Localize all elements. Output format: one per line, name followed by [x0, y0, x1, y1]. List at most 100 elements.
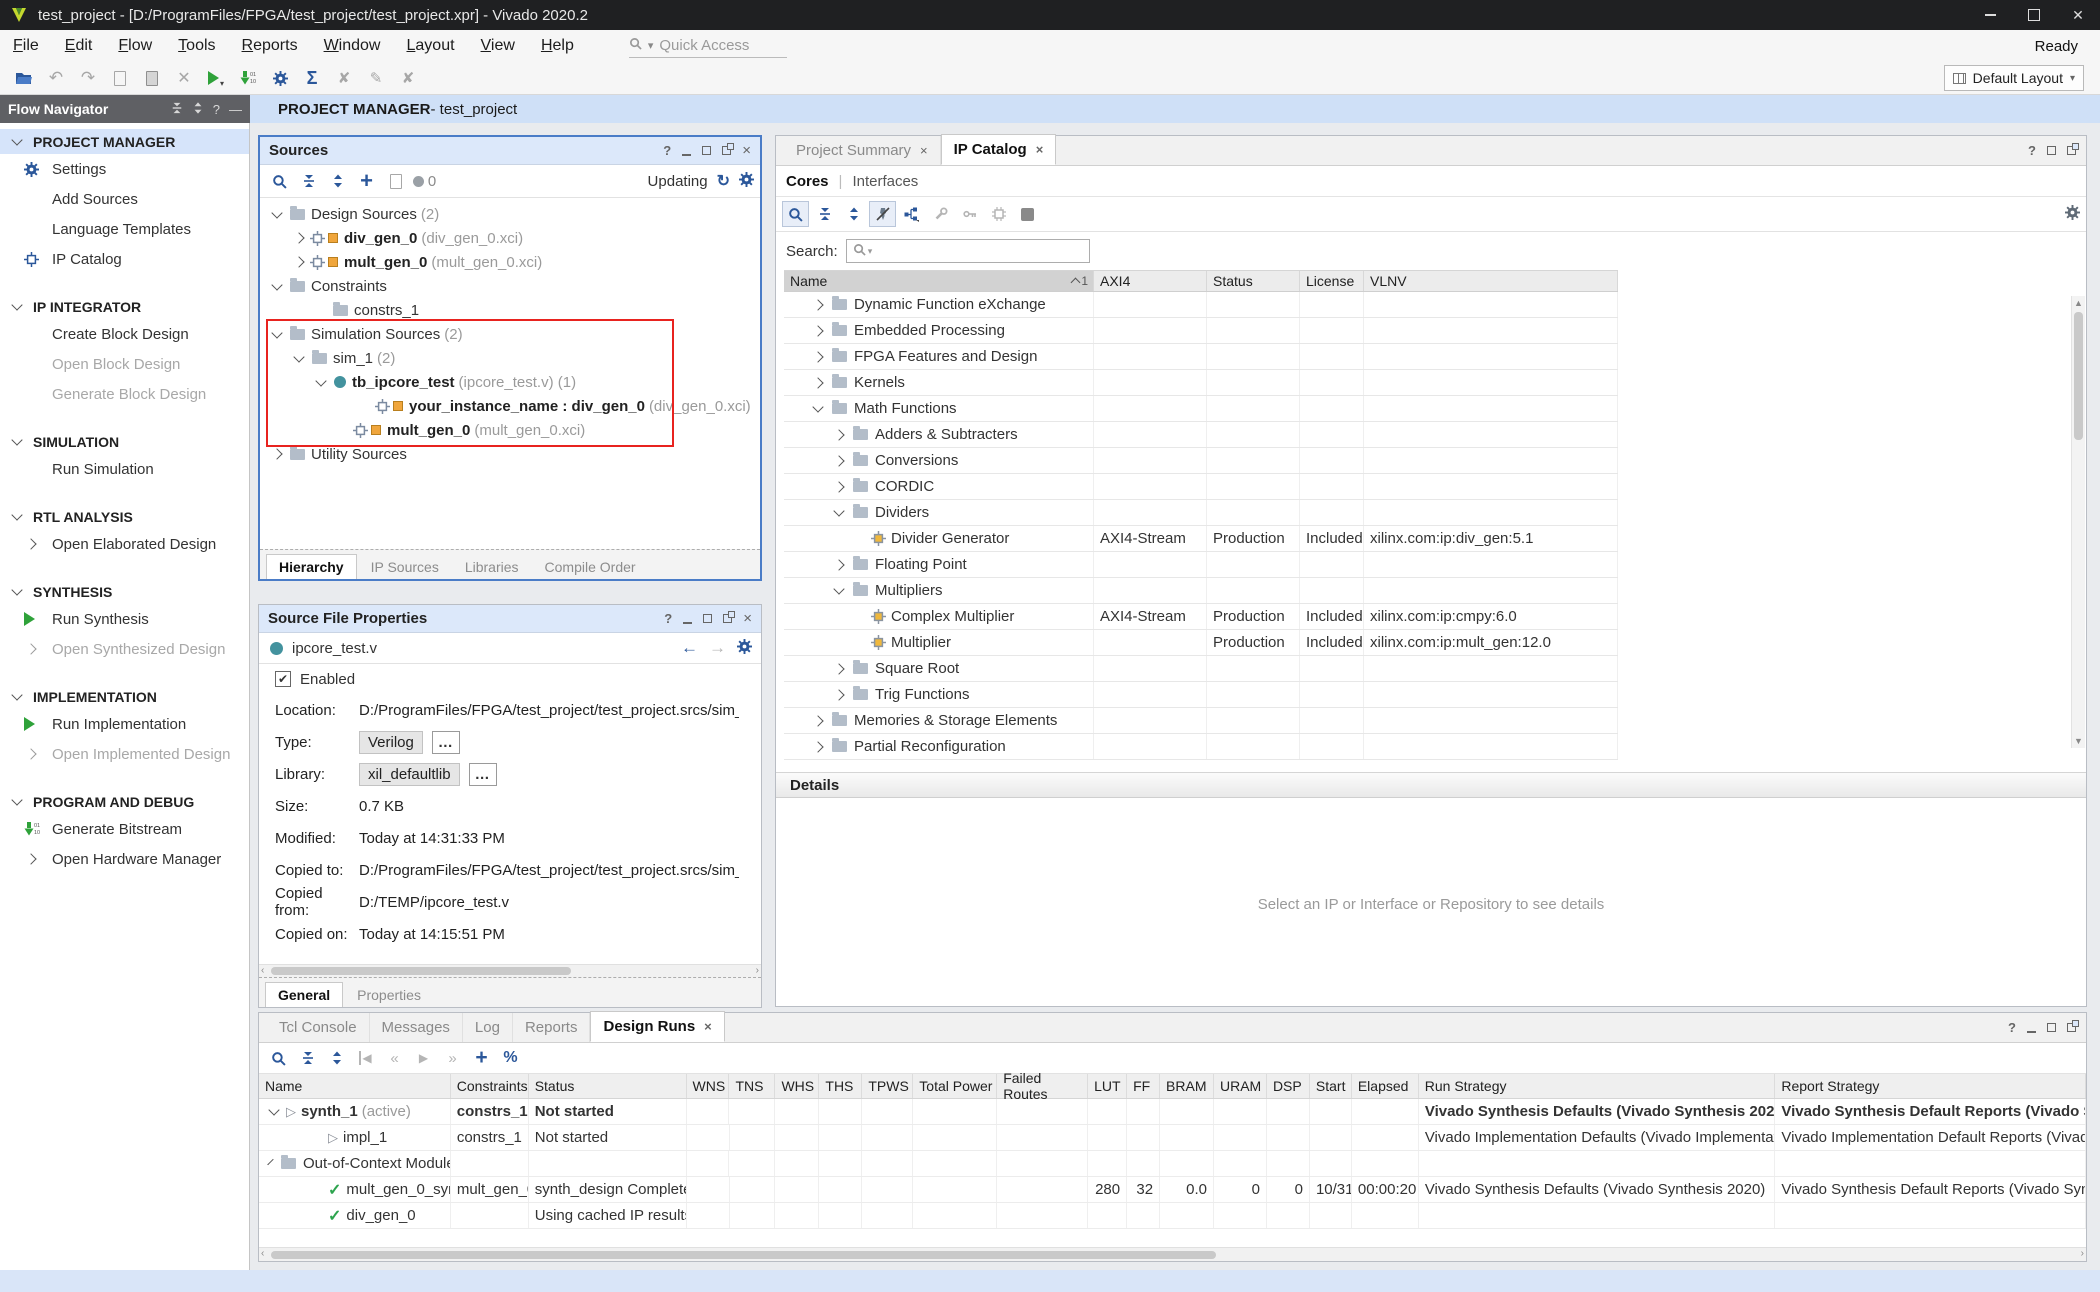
menu-item-file[interactable]: File: [0, 37, 52, 55]
tab-log[interactable]: Log: [463, 1013, 513, 1042]
ip-row-math-functions[interactable]: Math Functions: [784, 396, 1618, 422]
close-panel-icon[interactable]: ×: [743, 611, 752, 626]
flow-section-header-5[interactable]: IMPLEMENTATION: [0, 684, 249, 709]
close-tab-icon[interactable]: ×: [920, 144, 928, 157]
column-header-ths[interactable]: THS: [819, 1074, 862, 1098]
tree-row[interactable]: mult_gen_0 (mult_gen_0.xci): [260, 418, 760, 442]
flow-section-header-4[interactable]: SYNTHESIS: [0, 579, 249, 604]
help-icon[interactable]: ?: [663, 143, 671, 158]
column-header-run-strategy[interactable]: Run Strategy: [1419, 1074, 1776, 1098]
flow-item-add-sources[interactable]: Add Sources: [0, 184, 249, 214]
ip-row-cordic[interactable]: CORDIC: [784, 474, 1618, 500]
quick-access-search[interactable]: ▾ Quick Access: [629, 35, 787, 58]
flow-section-header-0[interactable]: PROJECT MANAGER: [0, 129, 249, 154]
customize-wrench-icon[interactable]: [927, 202, 954, 226]
column-header-tns[interactable]: TNS: [729, 1074, 775, 1098]
maximize-panel-icon[interactable]: [2047, 146, 2056, 155]
expand-icon[interactable]: [840, 202, 867, 226]
settings-icon[interactable]: [264, 64, 296, 92]
column-header-elapsed[interactable]: Elapsed: [1352, 1074, 1419, 1098]
maximize-panel-icon[interactable]: [2047, 1023, 2056, 1032]
close-tab-icon[interactable]: ×: [1036, 143, 1044, 156]
sources-panel-header[interactable]: Sources ?×: [260, 137, 760, 165]
run-row-out-of-context-module-runs[interactable]: Out-of-Context Module Runs: [259, 1151, 2086, 1177]
layout-selector[interactable]: Default Layout ▾: [1944, 65, 2084, 91]
refresh-icon[interactable]: ↻: [717, 171, 730, 191]
flow-section-header-2[interactable]: SIMULATION: [0, 429, 249, 454]
edit-icon[interactable]: ✎: [360, 64, 392, 92]
flow-item-ip-catalog[interactable]: IP Catalog: [0, 244, 249, 274]
column-header-total-power[interactable]: Total Power: [913, 1074, 997, 1098]
close-tab-icon[interactable]: ×: [704, 1020, 712, 1033]
library-combo[interactable]: xil_defaultlib: [359, 763, 460, 786]
ip-search-input[interactable]: ▾: [846, 239, 1090, 263]
close-icon[interactable]: ✕: [2056, 0, 2100, 30]
horizontal-scrollbar[interactable]: ‹›: [259, 964, 761, 977]
license-key-icon[interactable]: [956, 202, 983, 226]
play-icon[interactable]: ▶: [410, 1046, 437, 1070]
expand-icon[interactable]: [323, 1046, 350, 1070]
ip-row-dividers[interactable]: Dividers: [784, 500, 1618, 526]
tree-row[interactable]: Constraints: [260, 274, 760, 298]
flow-item-run-simulation[interactable]: Run Simulation: [0, 454, 249, 484]
menu-item-window[interactable]: Window: [311, 37, 394, 55]
tab-libraries[interactable]: Libraries: [453, 555, 531, 579]
column-header-status[interactable]: Status: [1207, 271, 1300, 291]
browse-button[interactable]: …: [469, 763, 497, 786]
flow-item-open-synthesized-design[interactable]: Open Synthesized Design: [0, 634, 249, 664]
browse-button[interactable]: …: [432, 731, 460, 754]
column-header-tpws[interactable]: TPWS: [862, 1074, 913, 1098]
menu-item-reports[interactable]: Reports: [229, 37, 311, 55]
run-row-div-gen-0[interactable]: ✓div_gen_0Using cached IP results: [259, 1203, 2086, 1229]
maximize-panel-icon[interactable]: [703, 614, 712, 623]
subtab-interfaces[interactable]: Interfaces: [852, 173, 918, 190]
flow-item-generate-block-design[interactable]: Generate Block Design: [0, 379, 249, 409]
tab-project-summary[interactable]: Project Summary×: [784, 136, 941, 165]
flow-item-generate-bitstream[interactable]: 0110Generate Bitstream: [0, 814, 249, 844]
next-icon[interactable]: »: [439, 1046, 466, 1070]
column-header-status[interactable]: Status: [529, 1074, 687, 1098]
column-header-dsp[interactable]: DSP: [1267, 1074, 1310, 1098]
flow-item-open-block-design[interactable]: Open Block Design: [0, 349, 249, 379]
column-header-report-strategy[interactable]: Report Strategy: [1775, 1074, 2086, 1098]
column-header-license[interactable]: License: [1300, 271, 1364, 291]
expand-all-icon[interactable]: [324, 169, 351, 193]
flow-section-header-6[interactable]: PROGRAM AND DEBUG: [0, 789, 249, 814]
tab-hierarchy[interactable]: Hierarchy: [266, 554, 357, 579]
ip-row-adders-subtracters[interactable]: Adders & Subtracters: [784, 422, 1618, 448]
tab-ip-sources[interactable]: IP Sources: [359, 555, 451, 579]
gear-icon[interactable]: [739, 172, 754, 191]
expand-all-icon[interactable]: [192, 102, 204, 117]
type-combo[interactable]: Verilog: [359, 731, 423, 754]
run-row-mult-gen-0-synth-1[interactable]: ✓mult_gen_0_synth_1mult_gen_0synth_desig…: [259, 1177, 2086, 1203]
column-header-lut[interactable]: LUT: [1088, 1074, 1127, 1098]
ip-row-fpga-features-and-design[interactable]: FPGA Features and Design: [784, 344, 1618, 370]
maximize-icon[interactable]: [2012, 0, 2056, 30]
menu-item-flow[interactable]: Flow: [105, 37, 165, 55]
column-header-whs[interactable]: WHS: [775, 1074, 819, 1098]
ip-row-conversions[interactable]: Conversions: [784, 448, 1618, 474]
generate-bitstream-icon[interactable]: 0110: [232, 64, 264, 92]
float-panel-icon[interactable]: [2067, 146, 2076, 155]
flow-item-open-implemented-design[interactable]: Open Implemented Design: [0, 739, 249, 769]
tab-general[interactable]: General: [265, 982, 343, 1007]
ip-row-divider-generator[interactable]: Divider GeneratorAXI4-StreamProductionIn…: [784, 526, 1618, 552]
tab-compile-order[interactable]: Compile Order: [533, 555, 648, 579]
paste-icon[interactable]: [136, 64, 168, 92]
copy-icon[interactable]: [104, 64, 136, 92]
first-icon[interactable]: ◀: [352, 1046, 379, 1070]
ip-row-multiplier[interactable]: MultiplierProductionIncludedxilinx.com:i…: [784, 630, 1618, 656]
minimize-panel-icon[interactable]: —: [229, 102, 242, 117]
ip-row-square-root[interactable]: Square Root: [784, 656, 1618, 682]
flow-item-settings[interactable]: Settings: [0, 154, 249, 184]
tab-design-runs[interactable]: Design Runs×: [590, 1011, 724, 1042]
minimize-panel-icon[interactable]: [682, 146, 691, 156]
run-icon[interactable]: ▾: [200, 64, 232, 92]
help-icon[interactable]: ?: [664, 611, 672, 626]
filter-pin-icon[interactable]: [869, 202, 896, 226]
undo-icon[interactable]: ↶: [40, 64, 72, 92]
menu-item-tools[interactable]: Tools: [165, 37, 228, 55]
flow-section-header-3[interactable]: RTL ANALYSIS: [0, 504, 249, 529]
collapse-all-icon[interactable]: [295, 169, 322, 193]
tab-properties[interactable]: Properties: [345, 983, 433, 1007]
